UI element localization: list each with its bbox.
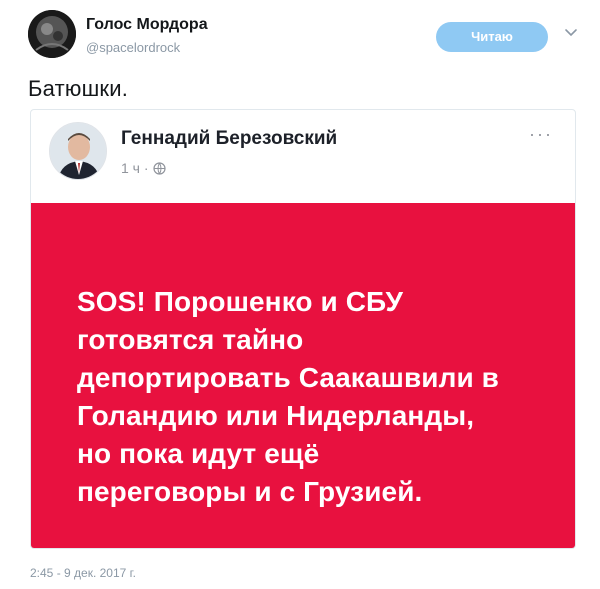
post-image-panel: SOS! Порошенко и СБУ готовятся тайно деп… xyxy=(31,203,575,548)
avatar-image xyxy=(28,10,76,58)
follow-button[interactable]: Читаю xyxy=(436,22,548,52)
globe-icon xyxy=(152,161,166,175)
embed-time[interactable]: 1 ч · xyxy=(121,160,149,176)
post-line: переговоры и с Грузией. xyxy=(77,476,423,507)
post-line: SOS! Порошенко и СБУ xyxy=(77,286,404,317)
more-options-icon[interactable]: ··· xyxy=(529,124,553,145)
post-image-text: SOS! Порошенко и СБУ готовятся тайно деп… xyxy=(77,283,547,511)
tweet-text: Батюшки. xyxy=(28,76,129,101)
embedded-post-card[interactable]: Геннадий Березовский 1 ч · ··· SOS! Поро… xyxy=(30,109,576,549)
author-handle[interactable]: @spacelordrock xyxy=(86,40,208,55)
post-line: но пока идут ещё xyxy=(77,438,320,469)
author-block: Голос Мордора @spacelordrock xyxy=(86,16,208,55)
embed-meta: 1 ч · xyxy=(121,160,166,176)
tweet-timestamp[interactable]: 2:45 - 9 дек. 2017 г. xyxy=(30,566,136,580)
embed-avatar-image xyxy=(50,123,106,179)
chevron-down-icon[interactable] xyxy=(564,26,578,40)
post-line: депортировать Саакашвили в xyxy=(77,362,499,393)
author-name[interactable]: Голос Мордора xyxy=(86,16,208,34)
post-line: готовятся тайно xyxy=(77,324,304,355)
author-avatar[interactable] xyxy=(28,10,76,58)
post-line: Голандию или Нидерланды, xyxy=(77,400,475,431)
embed-author-avatar[interactable] xyxy=(49,122,107,180)
tweet-header: Голос Мордора @spacelordrock Читаю xyxy=(28,10,578,60)
embed-author-name[interactable]: Геннадий Березовский xyxy=(121,128,337,150)
